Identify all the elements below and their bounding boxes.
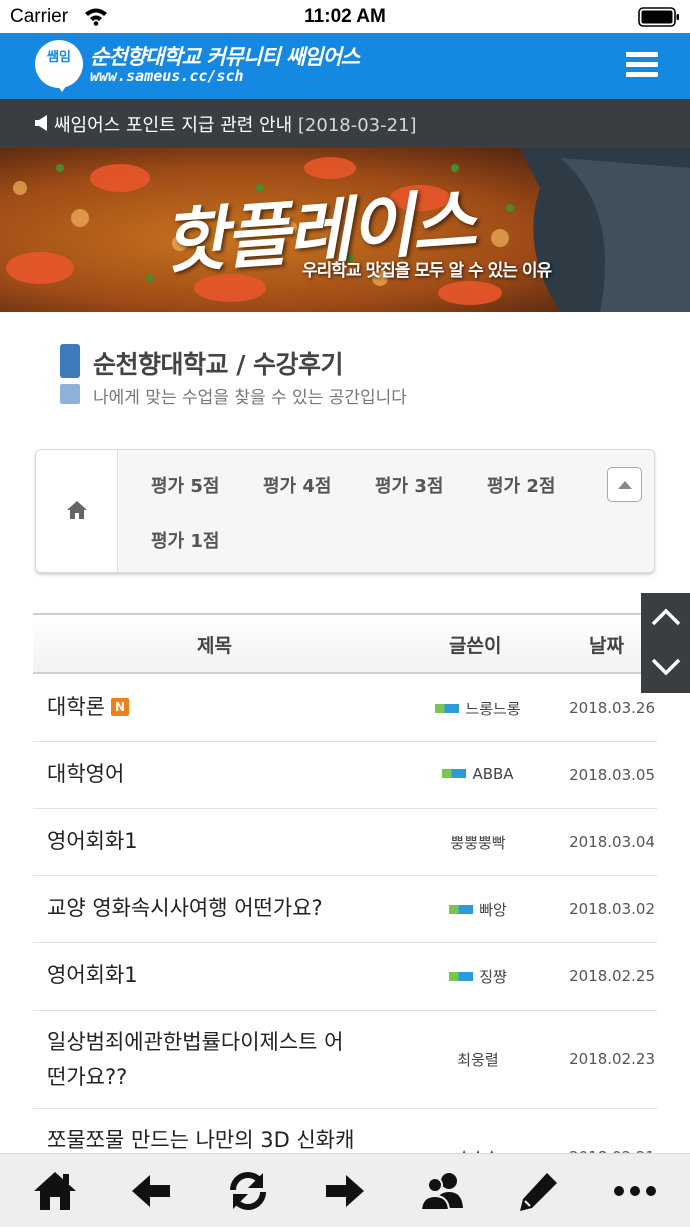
category-list: 평가 5점 평가 4점 평가 3점 평가 2점 평가 1점 bbox=[118, 450, 654, 572]
category-item[interactable]: 평가 4점 bbox=[263, 472, 331, 498]
category-nav: 평가 5점 평가 4점 평가 3점 평가 2점 평가 1점 bbox=[35, 449, 655, 573]
board-desc-marker bbox=[60, 384, 80, 404]
scroll-down-button[interactable] bbox=[641, 643, 690, 693]
status-bar: Carrier 11:02 AM bbox=[0, 0, 690, 33]
site-url: www.sameus.cc/sch bbox=[90, 67, 244, 85]
author-name: ABBA bbox=[472, 765, 514, 783]
post-title-link[interactable]: 교양 영화속시사여행 어떤가요? bbox=[47, 891, 323, 926]
logo-badge-text: 쌤임 bbox=[47, 50, 71, 65]
author-name: 느롱느롱 bbox=[465, 700, 521, 718]
board-title-marker bbox=[60, 344, 80, 378]
table-header: 제목 글쓴이 날짜 bbox=[33, 613, 657, 674]
home-icon bbox=[34, 1172, 76, 1210]
post-title: 대학론 bbox=[47, 695, 105, 719]
author-name: 징쨩 bbox=[479, 968, 507, 986]
post-title-link[interactable]: 영어회화1 bbox=[47, 958, 138, 993]
board-title: 순천향대학교 / 수강후기 bbox=[93, 350, 344, 379]
post-author[interactable]: 징쨩 bbox=[423, 966, 533, 987]
arrow-right-icon bbox=[326, 1175, 364, 1207]
notice-date: [2018-03-21] bbox=[297, 115, 417, 136]
toolbar-home-button[interactable] bbox=[32, 1168, 78, 1214]
toolbar-more-button[interactable] bbox=[612, 1168, 658, 1214]
table-row[interactable]: 일상범죄에관한법률다이제스트 어떤가요?? 최웅렬 2018.02.23 bbox=[33, 1011, 657, 1109]
category-item[interactable]: 평가 3점 bbox=[375, 472, 443, 498]
notice-link[interactable]: 쌔임어스 포인트 지급 관련 안내 [2018-03-21] bbox=[54, 111, 417, 137]
site-header: 쌤임 순천향대학교 커뮤니티 쌔임어스 www.sameus.cc/sch bbox=[0, 33, 690, 99]
post-title: 쪼물쪼물 만드는 나만의 3D 신화캐 bbox=[47, 1128, 355, 1152]
toolbar-users-button[interactable] bbox=[419, 1168, 465, 1214]
post-title-link[interactable]: 대학론 N bbox=[47, 690, 129, 725]
toolbar-forward-button[interactable] bbox=[322, 1168, 368, 1214]
chevron-up-icon bbox=[651, 608, 681, 626]
hamburger-menu-icon[interactable] bbox=[626, 52, 658, 78]
notice-title: 쌔임어스 포인트 지급 관련 안내 bbox=[54, 115, 293, 136]
clock: 11:02 AM bbox=[304, 6, 386, 27]
post-date: 2018.02.25 bbox=[569, 967, 655, 985]
collapse-up-icon[interactable] bbox=[607, 467, 642, 502]
post-title: 대학영어 bbox=[47, 762, 125, 786]
level-icon bbox=[435, 704, 460, 713]
toolbar-refresh-button[interactable] bbox=[225, 1168, 271, 1214]
post-date: 2018.03.26 bbox=[569, 699, 655, 717]
scroll-up-button[interactable] bbox=[641, 593, 690, 643]
toolbar-back-button[interactable] bbox=[128, 1168, 174, 1214]
home-icon bbox=[67, 501, 87, 519]
post-author[interactable]: ABBA bbox=[423, 765, 533, 783]
post-author[interactable]: 뿡뿡뿡빡 bbox=[423, 832, 533, 853]
category-item[interactable]: 평가 2점 bbox=[487, 472, 555, 498]
users-icon bbox=[419, 1173, 463, 1211]
more-icon bbox=[614, 1186, 656, 1196]
toolbar-write-button[interactable] bbox=[516, 1168, 562, 1214]
post-title-line: 일상범죄에관한법률다이제스트 어 bbox=[47, 1030, 344, 1054]
post-title: 영어회화1 bbox=[47, 829, 138, 853]
column-title: 제목 bbox=[197, 635, 232, 657]
post-date: 2018.02.23 bbox=[569, 1050, 655, 1068]
post-date: 2018.03.05 bbox=[569, 766, 655, 784]
scroll-buttons bbox=[641, 593, 690, 693]
author-name: 뿡뿡뿡빡 bbox=[450, 834, 506, 852]
table-row[interactable]: 영어회화1 뿡뿡뿡빡 2018.03.04 bbox=[33, 809, 657, 876]
bottom-toolbar bbox=[0, 1153, 690, 1227]
table-row[interactable]: 영어회화1 징쨩 2018.02.25 bbox=[33, 943, 657, 1011]
new-badge: N bbox=[110, 698, 129, 716]
post-author[interactable]: 최웅렬 bbox=[423, 1049, 533, 1070]
table-row[interactable]: 교양 영화속시사여행 어떤가요? 빠앙 2018.03.02 bbox=[33, 876, 657, 943]
post-title-link[interactable]: 영어회화1 bbox=[47, 824, 138, 859]
board-description: 나에게 맞는 수업을 찾을 수 있는 공간입니다 bbox=[93, 388, 407, 408]
post-date: 2018.03.04 bbox=[569, 833, 655, 851]
level-icon bbox=[442, 769, 467, 778]
refresh-icon bbox=[230, 1172, 266, 1210]
author-name: 빠앙 bbox=[479, 901, 507, 919]
post-author[interactable]: 느롱느롱 bbox=[423, 698, 533, 719]
column-date: 날짜 bbox=[589, 635, 624, 657]
level-icon bbox=[449, 972, 474, 981]
column-author: 글쓴이 bbox=[449, 635, 502, 657]
level-icon bbox=[449, 905, 474, 914]
post-title-link[interactable]: 대학영어 bbox=[47, 757, 124, 792]
post-title: 영어회화1 bbox=[47, 963, 138, 987]
category-item[interactable]: 평가 5점 bbox=[151, 472, 219, 498]
hot-place-banner[interactable]: 핫플레이스 우리학교 맛집을 모두 알 수 있는 이유 bbox=[0, 148, 690, 312]
pencil-icon bbox=[520, 1173, 557, 1211]
category-home-button[interactable] bbox=[36, 450, 118, 572]
post-title: 교양 영화속시사여행 어떤가요? bbox=[47, 896, 323, 920]
banner-subtitle: 우리학교 맛집을 모두 알 수 있는 이유 bbox=[302, 261, 552, 281]
table-row[interactable]: 대학영어 ABBA 2018.03.05 bbox=[33, 742, 657, 809]
post-title-line: 떤가요?? bbox=[47, 1065, 128, 1089]
table-row[interactable]: 대학론 N 느롱느롱 2018.03.26 bbox=[33, 676, 657, 742]
megaphone-icon bbox=[35, 115, 47, 131]
arrow-left-icon bbox=[132, 1175, 170, 1207]
chevron-down-icon bbox=[651, 658, 681, 676]
author-name: 최웅렬 bbox=[457, 1051, 499, 1069]
notice-bar[interactable]: 쌔임어스 포인트 지급 관련 안내 [2018-03-21] bbox=[0, 99, 690, 148]
battery-icon bbox=[638, 7, 679, 27]
post-date: 2018.03.02 bbox=[569, 900, 655, 918]
post-title-link[interactable]: 일상범죄에관한법률다이제스트 어떤가요?? bbox=[47, 1025, 343, 1095]
category-item[interactable]: 평가 1점 bbox=[151, 527, 219, 553]
post-author[interactable]: 빠앙 bbox=[423, 899, 533, 920]
logo-icon[interactable]: 쌤임 bbox=[35, 40, 83, 92]
